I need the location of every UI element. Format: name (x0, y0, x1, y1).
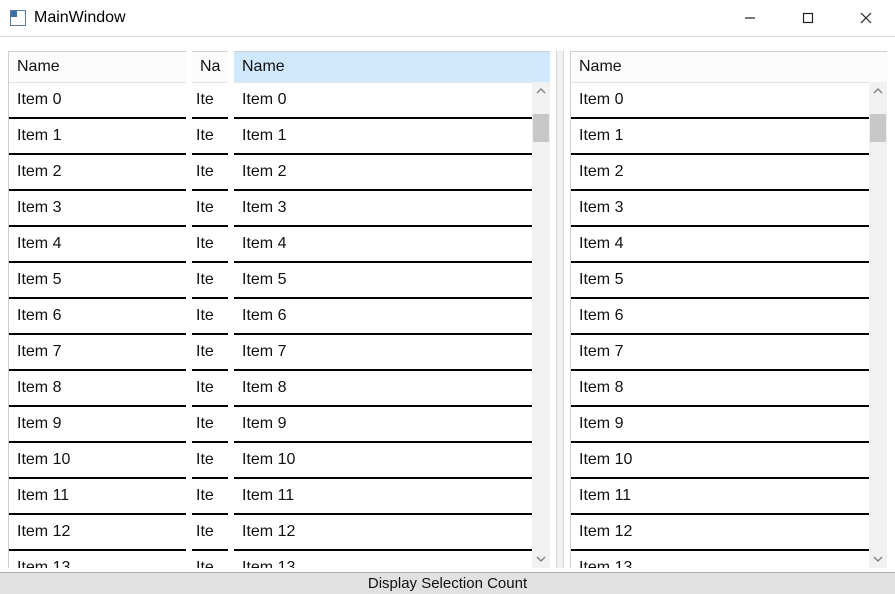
client-area: Name Item 0 Item 1 Item 2 Item 3 Item 4 … (0, 37, 895, 572)
list-item[interactable]: Ite (192, 407, 228, 443)
listview-3: Name Item 0 Item 1 Item 2 Item 3 Item 4 … (234, 51, 550, 568)
list-item[interactable]: Item 10 (234, 443, 550, 479)
list-item[interactable]: Item 12 (234, 515, 550, 551)
list-item[interactable]: Item 13 (9, 551, 186, 568)
listview-2: Na Ite Ite Ite Ite Ite Ite Ite Ite Ite I… (192, 51, 228, 568)
list-item[interactable]: Ite (192, 299, 228, 335)
scroll-track[interactable] (869, 100, 887, 550)
list-item[interactable]: Item 6 (9, 299, 186, 335)
list-item[interactable]: Item 7 (571, 335, 887, 371)
scroll-track[interactable] (532, 100, 550, 550)
list-item[interactable]: Item 11 (234, 479, 550, 515)
list-item[interactable]: Item 9 (571, 407, 887, 443)
list-item[interactable]: Item 7 (234, 335, 550, 371)
list-item[interactable]: Item 3 (9, 191, 186, 227)
list-item[interactable]: Item 10 (571, 443, 887, 479)
list-item[interactable]: Item 5 (9, 263, 186, 299)
list-item[interactable]: Item 0 (9, 83, 186, 119)
list-item[interactable]: Item 0 (571, 83, 887, 119)
list-item[interactable]: Ite (192, 155, 228, 191)
list-item[interactable]: Ite (192, 515, 228, 551)
scroll-down-icon[interactable] (869, 550, 887, 568)
grid-splitter[interactable] (556, 51, 564, 568)
list-item[interactable]: Item 10 (9, 443, 186, 479)
list-item[interactable]: Item 1 (571, 119, 887, 155)
list-item[interactable]: Item 9 (9, 407, 186, 443)
list-item[interactable]: Item 13 (571, 551, 887, 568)
scroll-down-icon[interactable] (532, 550, 550, 568)
column-header[interactable]: Name (9, 52, 186, 83)
list-item[interactable]: Item 6 (571, 299, 887, 335)
list-item[interactable]: Ite (192, 371, 228, 407)
window-title: MainWindow (34, 9, 126, 27)
close-button[interactable] (837, 0, 895, 36)
list-item[interactable]: Item 12 (571, 515, 887, 551)
vertical-scrollbar[interactable] (869, 82, 887, 568)
minimize-button[interactable] (721, 0, 779, 36)
list-item[interactable]: Item 9 (234, 407, 550, 443)
list-item[interactable]: Ite (192, 335, 228, 371)
list-item[interactable]: Ite (192, 191, 228, 227)
vertical-scrollbar[interactable] (532, 82, 550, 568)
list-item[interactable]: Item 8 (9, 371, 186, 407)
list-item[interactable]: Item 6 (234, 299, 550, 335)
list-item[interactable]: Item 4 (9, 227, 186, 263)
list-item[interactable]: Item 2 (571, 155, 887, 191)
list-item[interactable]: Item 7 (9, 335, 186, 371)
list-item[interactable]: Ite (192, 263, 228, 299)
list-item[interactable]: Item 4 (571, 227, 887, 263)
maximize-button[interactable] (779, 0, 837, 36)
list-item[interactable]: Ite (192, 83, 228, 119)
listview-1: Name Item 0 Item 1 Item 2 Item 3 Item 4 … (8, 51, 186, 568)
list-item[interactable]: Item 8 (571, 371, 887, 407)
scroll-up-icon[interactable] (532, 82, 550, 100)
column-header[interactable]: Na (192, 52, 228, 83)
list-item[interactable]: Item 5 (234, 263, 550, 299)
list-item[interactable]: Ite (192, 227, 228, 263)
list-item[interactable]: Item 0 (234, 83, 550, 119)
list-item[interactable]: Ite (192, 551, 228, 568)
list-item[interactable]: Ite (192, 119, 228, 155)
list-item[interactable]: Item 2 (234, 155, 550, 191)
list-item[interactable]: Item 8 (234, 371, 550, 407)
list-item[interactable]: Item 1 (9, 119, 186, 155)
list-item[interactable]: Item 12 (9, 515, 186, 551)
list-item[interactable]: Item 11 (9, 479, 186, 515)
column-header[interactable]: Name (571, 52, 887, 83)
scroll-thumb[interactable] (870, 114, 886, 142)
display-selection-count-button[interactable]: Display Selection Count (0, 572, 895, 594)
list-item[interactable]: Item 2 (9, 155, 186, 191)
list-item[interactable]: Item 3 (234, 191, 550, 227)
title-bar: MainWindow (0, 0, 895, 37)
list-item[interactable]: Ite (192, 443, 228, 479)
column-header[interactable]: Name (234, 52, 550, 83)
list-item[interactable]: Item 3 (571, 191, 887, 227)
list-item[interactable]: Item 11 (571, 479, 887, 515)
list-item[interactable]: Item 13 (234, 551, 550, 568)
listview-4: Name Item 0 Item 1 Item 2 Item 3 Item 4 … (570, 51, 887, 568)
scroll-thumb[interactable] (533, 114, 549, 142)
list-item[interactable]: Ite (192, 479, 228, 515)
app-icon (10, 10, 26, 26)
list-item[interactable]: Item 4 (234, 227, 550, 263)
list-item[interactable]: Item 5 (571, 263, 887, 299)
list-item[interactable]: Item 1 (234, 119, 550, 155)
scroll-up-icon[interactable] (869, 82, 887, 100)
